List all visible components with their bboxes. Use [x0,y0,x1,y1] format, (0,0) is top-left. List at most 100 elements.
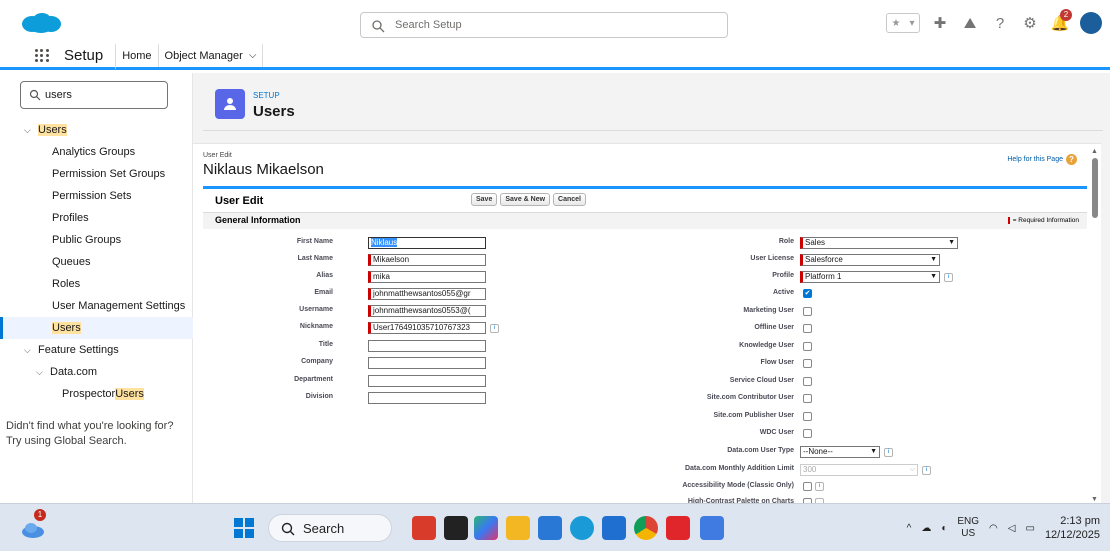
speaker-icon[interactable]: ◁ [1008,523,1016,534]
salesforce-logo[interactable] [20,12,62,34]
service-cloud-user-checkbox[interactable] [803,377,812,386]
department-field[interactable] [368,375,486,387]
main-content: SETUP Users User Edit Niklaus Mikaelson … [193,73,1110,505]
gear-icon[interactable]: ⚙ [1020,13,1040,33]
last-name-field[interactable]: Mikaelson [368,254,486,266]
taskbar-search[interactable]: Search [268,514,392,542]
knowledge-user-checkbox[interactable] [803,342,812,351]
flow-user-checkbox[interactable] [803,359,812,368]
clock[interactable]: 2:13 pm 12/12/2025 [1045,514,1100,542]
app-launcher-icon[interactable] [26,44,58,67]
profile-info-icon[interactable]: i [944,273,953,282]
datacom-limit-select[interactable]: 300 ⌵ [800,464,918,476]
help-link[interactable]: Help for this Page? [1007,154,1077,165]
cancel-button[interactable]: Cancel [553,193,587,206]
sidebar-item-public-groups[interactable]: Public Groups [0,229,193,251]
tab-object-manager[interactable]: Object Manager ⌵ [157,44,264,67]
first-name-field[interactable]: Niklaus [368,237,486,249]
user-icon [215,89,245,119]
favorites-button[interactable]: ★ ▾ [886,13,920,33]
edge-icon[interactable] [570,516,594,540]
active-checkbox[interactable]: ✔ [803,289,812,298]
chevron-down-icon: ⌵ [909,466,915,473]
marketing-user-checkbox[interactable] [803,307,812,316]
sidebar-item-datacom[interactable]: ⌵ Data.com [0,361,193,383]
language-top: ENG [957,516,980,527]
page-header: SETUP Users [203,83,1103,131]
notepad-icon[interactable] [700,516,724,540]
offline-user-checkbox[interactable] [803,324,812,333]
task-view-icon[interactable] [444,516,468,540]
tab-home[interactable]: Home [115,44,158,70]
sidebar-item-users[interactable]: Users [0,317,193,339]
help-icon[interactable]: ? [990,13,1010,33]
avatar[interactable] [1080,12,1102,34]
setup-search-input[interactable]: Search Setup [360,12,728,38]
add-icon[interactable]: ✚ [930,13,950,33]
user-license-select[interactable]: Salesforce ▼ [800,254,940,266]
profile-select[interactable]: Platform 1 ▼ [800,271,940,283]
sidebar-item-permission-sets[interactable]: Permission Sets [0,185,193,207]
accessibility-info-icon[interactable]: i [815,482,824,491]
division-field[interactable] [368,392,486,404]
company-field[interactable] [368,357,486,369]
sidebar-item-feature-settings[interactable]: ⌵ Feature Settings [0,339,193,361]
sidebar-item-queues[interactable]: Queues [0,251,193,273]
sidebar-item-analytics-groups[interactable]: Analytics Groups [0,141,193,163]
store-icon[interactable] [602,516,626,540]
scrollbar-thumb[interactable] [1092,158,1098,218]
sidebar-item-permission-set-groups[interactable]: Permission Set Groups [0,163,193,185]
page-scrollbar[interactable]: ▲ ▼ [1090,148,1100,503]
chevron-down-icon: ⌵ [36,366,43,377]
title-field[interactable] [368,340,486,352]
scroll-up-icon[interactable]: ▲ [1091,148,1098,155]
sidebar-item-highlight: Users [115,388,144,400]
section-title: General Information [215,215,301,225]
sitecom-publisher-checkbox[interactable] [803,412,812,421]
chevron-down-icon: ▼ [930,273,937,280]
sidebar-item-label: Analytics Groups [52,146,136,158]
sitecom-contributor-checkbox[interactable] [803,394,812,403]
sidebar-item-user-management-settings[interactable]: User Management Settings [0,295,193,317]
outlook-icon[interactable] [538,516,562,540]
sidebar-item-users-group[interactable]: ⌵ Users [0,119,193,141]
email-field[interactable]: johnmatthewsantos055@gr [368,288,486,300]
save-button[interactable]: Save [471,193,498,206]
windows-start-icon[interactable] [234,518,254,538]
chevron-up-icon[interactable]: ^ [907,523,912,534]
sidebar-item-profiles[interactable]: Profiles [0,207,193,229]
datacom-user-type-label: Data.com User Type [727,447,794,454]
battery-icon[interactable]: ▭ [1025,523,1034,534]
username-field[interactable]: johnmatthewsantos0553@( [368,305,486,317]
setup-tree: ⌵ Users Analytics Groups Permission Set G… [0,119,193,405]
copilot-icon[interactable] [474,516,498,540]
wps-icon[interactable] [666,516,690,540]
datacom-limit-info-icon[interactable]: i [922,466,931,475]
block-title: User Edit [215,195,264,207]
copilot-tray-icon[interactable]: ◐ [941,523,947,534]
nickname-field[interactable]: User176491035710767323 [368,322,486,334]
quick-find-input[interactable]: users [20,81,168,109]
chrome-icon[interactable] [634,516,658,540]
user-edit-page: User Edit Niklaus Mikaelson Help for thi… [193,143,1101,505]
scroll-down-icon[interactable]: ▼ [1091,496,1098,503]
trailhead-icon[interactable]: ⛰ [960,13,980,33]
file-explorer-icon[interactable] [506,516,530,540]
sidebar-item-prospector-users[interactable]: Prospector Users [0,383,193,405]
nickname-info-icon[interactable]: i [490,324,499,333]
wdc-user-checkbox[interactable] [803,429,812,438]
wifi-icon[interactable]: ◠ [989,523,998,534]
holiday-app-icon[interactable] [412,516,436,540]
role-select[interactable]: Sales ▼ [800,237,958,249]
sidebar-item-label: Permission Set Groups [52,168,166,180]
bell-icon[interactable]: 🔔 2 [1050,9,1072,33]
alias-field[interactable]: mika [368,271,486,283]
datacom-user-type-info-icon[interactable]: i [884,448,893,457]
accessibility-mode-checkbox[interactable] [803,482,812,491]
sidebar-item-roles[interactable]: Roles [0,273,193,295]
language-indicator[interactable]: ENG US [957,516,979,540]
company-label: Company [301,358,333,365]
datacom-user-type-select[interactable]: --None-- ▼ [800,446,880,458]
save-new-button[interactable]: Save & New [500,193,551,206]
cloud-sync-icon[interactable]: ☁ [921,523,931,534]
